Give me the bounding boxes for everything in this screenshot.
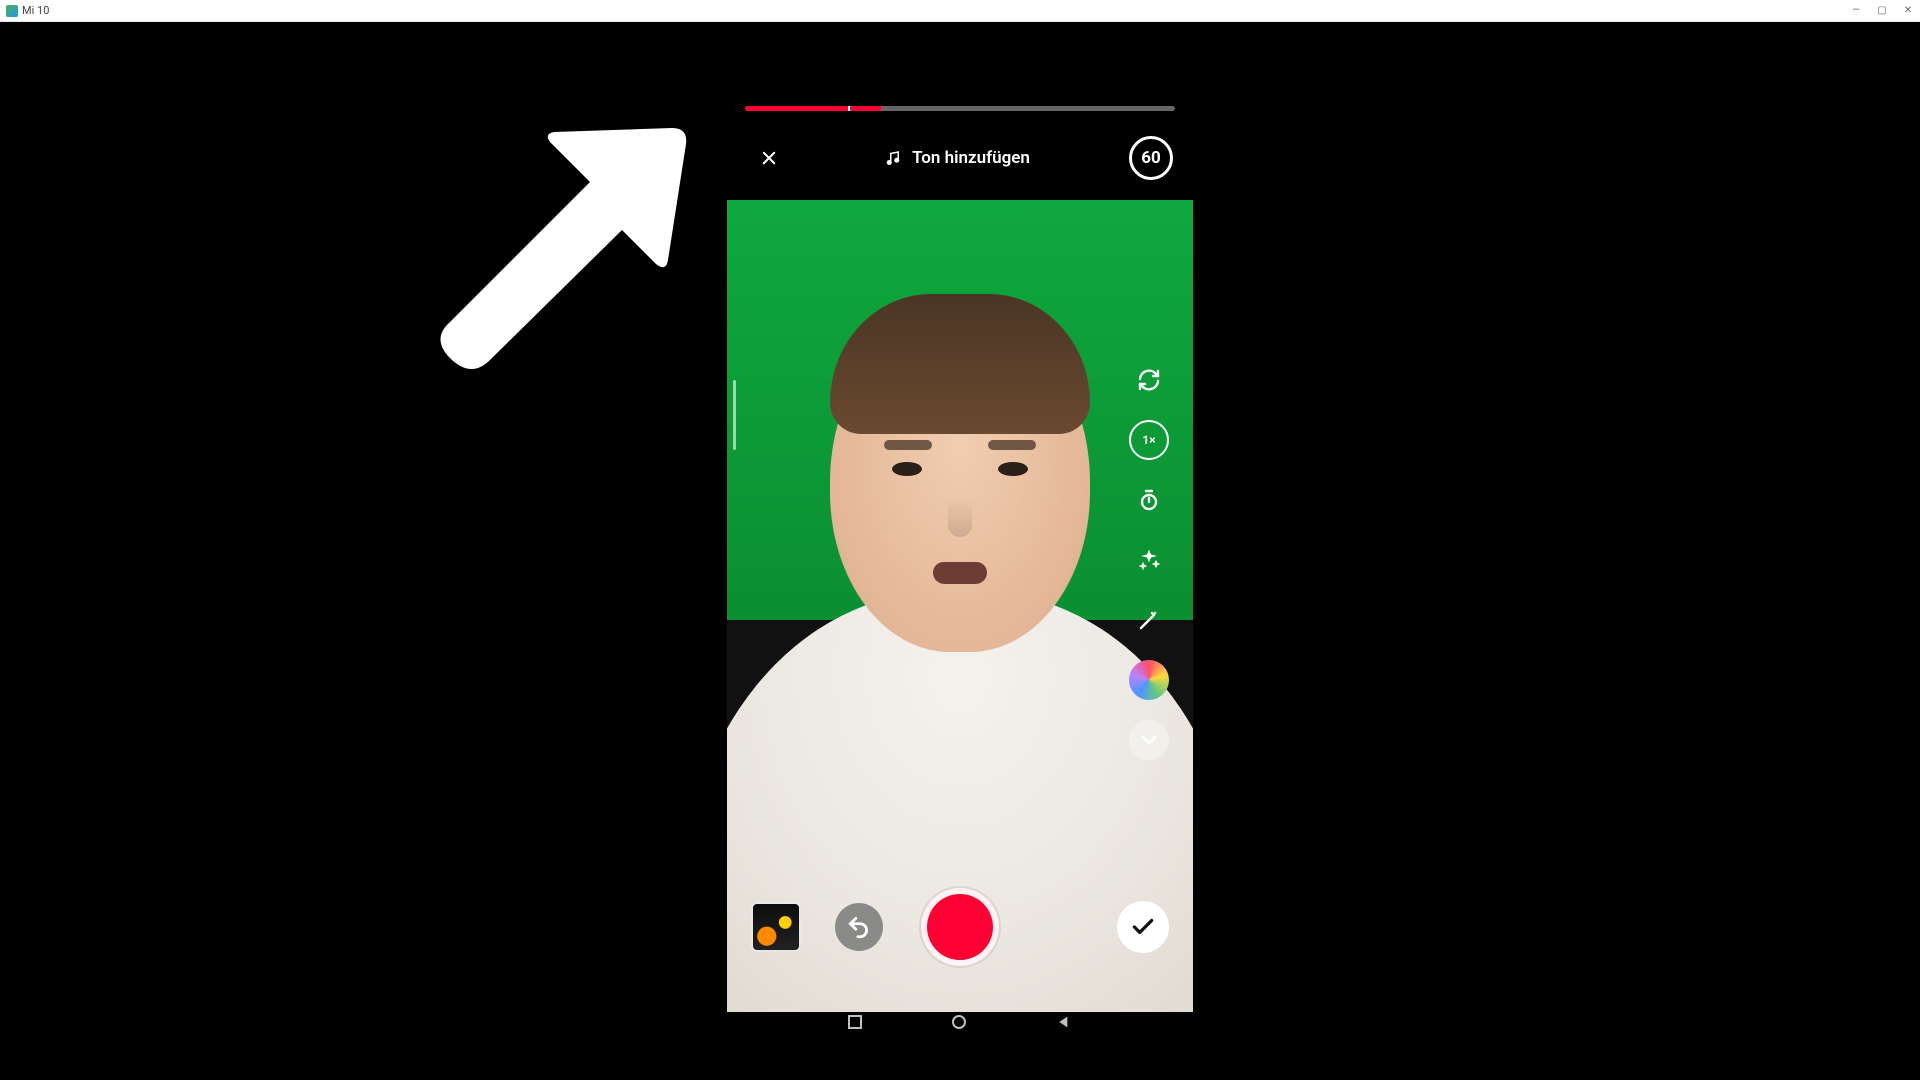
close-button[interactable] bbox=[749, 138, 789, 178]
timer-button[interactable] bbox=[1129, 480, 1169, 520]
bottom-controls bbox=[727, 882, 1193, 972]
undo-icon bbox=[846, 914, 872, 940]
left-drag-handle[interactable] bbox=[733, 380, 736, 450]
magic-wand-icon bbox=[1137, 608, 1161, 632]
top-controls: Ton hinzufügen 60 bbox=[727, 130, 1193, 186]
window-close[interactable]: ✕ bbox=[1902, 5, 1914, 16]
annotation-arrow bbox=[400, 92, 700, 372]
duration-button[interactable]: 60 bbox=[1129, 136, 1173, 180]
window-maximize[interactable]: ▢ bbox=[1876, 5, 1888, 16]
flip-camera-icon bbox=[1137, 368, 1161, 392]
speed-button[interactable]: 1× bbox=[1129, 420, 1169, 460]
timer-icon bbox=[1137, 488, 1161, 512]
more-tools-button[interactable] bbox=[1129, 720, 1169, 760]
speed-label: 1× bbox=[1142, 433, 1155, 447]
android-navbar bbox=[727, 1002, 1193, 1042]
progress-segment-2 bbox=[851, 106, 881, 111]
titlebar: Mi 10 — ▢ ✕ bbox=[0, 0, 1920, 22]
stage: Ton hinzufügen 60 bbox=[0, 22, 1920, 1080]
sparkles-icon bbox=[1137, 548, 1161, 572]
phone-screen: Ton hinzufügen 60 bbox=[727, 32, 1193, 1042]
recording-progress[interactable] bbox=[745, 106, 1175, 111]
music-note-icon bbox=[884, 149, 902, 167]
duration-value: 60 bbox=[1141, 148, 1161, 168]
beauty-button[interactable] bbox=[1129, 540, 1169, 580]
chevron-down-icon bbox=[1137, 728, 1161, 752]
filters-button[interactable] bbox=[1129, 660, 1169, 700]
nav-back[interactable] bbox=[1056, 1014, 1072, 1030]
record-button[interactable] bbox=[921, 888, 999, 966]
desktop-window: Mi 10 — ▢ ✕ bbox=[0, 0, 1920, 1080]
retouch-button[interactable] bbox=[1129, 600, 1169, 640]
close-icon bbox=[760, 149, 778, 167]
add-sound-label: Ton hinzufügen bbox=[912, 148, 1030, 168]
window-controls: — ▢ ✕ bbox=[1850, 5, 1914, 16]
add-sound-button[interactable]: Ton hinzufügen bbox=[870, 137, 1050, 179]
flip-camera-button[interactable] bbox=[1129, 360, 1169, 400]
window-title: Mi 10 bbox=[22, 4, 49, 17]
progress-divider bbox=[848, 106, 850, 111]
camera-preview[interactable]: Ton hinzufügen 60 bbox=[727, 60, 1193, 1012]
confirm-button[interactable] bbox=[1117, 901, 1169, 953]
nav-recent-apps[interactable] bbox=[848, 1015, 862, 1029]
window-minimize[interactable]: — bbox=[1850, 5, 1862, 16]
nav-home[interactable] bbox=[952, 1015, 966, 1029]
undo-button[interactable] bbox=[835, 903, 883, 951]
app-icon bbox=[6, 5, 18, 17]
tool-rail: 1× bbox=[1125, 360, 1173, 760]
checkmark-icon bbox=[1130, 914, 1156, 940]
gallery-button[interactable] bbox=[751, 902, 801, 952]
progress-segment-1 bbox=[745, 106, 848, 111]
